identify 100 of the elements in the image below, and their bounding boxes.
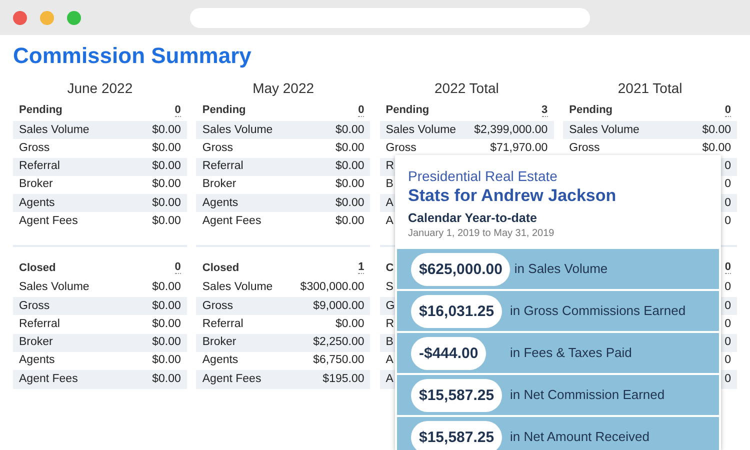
row-value: $0.00 [702, 140, 731, 156]
row-value: $2,399,000.00 [474, 122, 548, 138]
row-value: $0.00 [152, 122, 181, 138]
stat-label: in Gross Commissions Earned [510, 302, 686, 320]
section-label: Closed [202, 260, 240, 276]
row-label: Sales Volume [202, 122, 273, 138]
stat-amount: $15,587.25 [411, 378, 502, 412]
section-label: C [386, 260, 394, 276]
stat-amount: $625,000.00 [411, 252, 510, 286]
count-value: 0 [358, 104, 364, 116]
row-label: Gross [19, 298, 50, 314]
row-value: $0.00 [152, 177, 181, 192]
row-value: 0 [724, 177, 731, 192]
stat-label: in Net Commission Earned [510, 386, 665, 404]
row-label: Agent Fees [202, 214, 262, 229]
row-label: Sales Volume [19, 122, 90, 138]
row-value: $0.00 [335, 196, 364, 211]
row-label: Agent Fees [202, 372, 262, 387]
row-value: $0.00 [152, 196, 181, 211]
row-label: B [386, 335, 394, 350]
row-label: A [386, 214, 394, 229]
row-value: $0.00 [335, 316, 364, 332]
stat-amount: $16,031.25 [411, 294, 502, 328]
row-value: $0.00 [152, 335, 181, 350]
count-value: 3 [542, 104, 548, 116]
stat-label: in Sales Volume [514, 260, 608, 278]
row-label: Sales Volume [569, 122, 640, 138]
section-label: Pending [386, 102, 430, 118]
section-label: Pending [569, 102, 613, 118]
row-label: Broker [19, 177, 53, 192]
row-value: 0 [724, 298, 731, 314]
count-value: 0 [174, 261, 181, 274]
row-value: $0.00 [335, 140, 364, 156]
section-label: Pending [19, 102, 62, 118]
row-value: $0.00 [152, 298, 181, 314]
count-value: 0 [724, 261, 731, 274]
row-label: B [386, 177, 394, 192]
row-value: $0.00 [335, 122, 364, 138]
row-value: $0.00 [152, 372, 181, 387]
row-value: $2,250.00 [313, 335, 364, 350]
row-label: Gross [386, 140, 416, 156]
row-value: $0.00 [335, 177, 364, 192]
row-value: $300,000.00 [300, 280, 364, 296]
row-label: Sales Volume [19, 280, 90, 296]
row-value: 0 [724, 335, 731, 350]
row-label: Referral [202, 316, 244, 332]
row-value: $0.00 [152, 353, 181, 368]
row-label: Referral [19, 159, 60, 174]
row-value: $0.00 [702, 122, 731, 138]
close-icon[interactable] [13, 10, 27, 24]
row-label: Referral [202, 159, 244, 174]
row-value: 0 [724, 196, 731, 211]
row-value: $9,000.00 [313, 298, 364, 314]
minimize-icon[interactable] [40, 10, 54, 24]
row-value: $0.00 [335, 159, 364, 174]
period-label: Calendar Year-to-date [408, 210, 538, 227]
section-label: Closed [19, 260, 56, 276]
row-label: A [386, 353, 394, 368]
page-title: Commission Summary [13, 42, 252, 70]
popup-heading: Stats for Andrew Jackson [408, 185, 618, 207]
row-label: R [386, 316, 394, 332]
row-label: Sales Volume [202, 280, 273, 296]
stat-label: in Fees & Taxes Paid [510, 344, 632, 362]
row-label: Sales Volume [386, 122, 456, 138]
row-value: 0 [724, 353, 731, 368]
maximize-icon[interactable] [67, 10, 81, 24]
row-label: R [386, 159, 394, 174]
section-label: Pending [202, 102, 246, 118]
count-value: 0 [174, 104, 181, 116]
row-label: G [386, 298, 395, 314]
row-value: $0.00 [152, 159, 181, 174]
row-value: $6,750.00 [313, 353, 364, 368]
row-label: Gross [202, 140, 234, 156]
row-value: 0 [724, 372, 731, 387]
date-range: January 1, 2019 to May 31, 2019 [408, 227, 556, 241]
row-value: $0.00 [335, 214, 364, 229]
stat-amount: $15,587.25 [411, 420, 502, 450]
column-title: 2021 Total [618, 78, 682, 98]
row-label: S [386, 280, 394, 296]
row-value: $0.00 [152, 140, 181, 156]
row-value: $0.00 [152, 214, 181, 229]
row-value: 0 [724, 280, 731, 296]
row-value: $195.00 [322, 372, 364, 387]
row-value: $0.00 [152, 316, 181, 332]
row-label: Agents [202, 196, 238, 211]
stat-amount: -$444.00 [411, 336, 486, 370]
row-value: 0 [724, 316, 731, 332]
row-label: Agent Fees [19, 372, 78, 387]
row-label: A [386, 372, 394, 387]
row-label: Gross [19, 140, 50, 156]
count-value: 0 [724, 104, 731, 116]
row-label: A [386, 196, 394, 211]
row-label: Agents [19, 353, 55, 368]
row-label: Gross [202, 298, 234, 314]
row-label: Gross [569, 140, 600, 156]
row-value: 0 [724, 214, 731, 229]
row-value: 0 [724, 159, 731, 174]
column-title: 2022 Total [434, 78, 499, 98]
row-value: $0.00 [152, 280, 181, 296]
row-label: Agents [202, 353, 238, 368]
